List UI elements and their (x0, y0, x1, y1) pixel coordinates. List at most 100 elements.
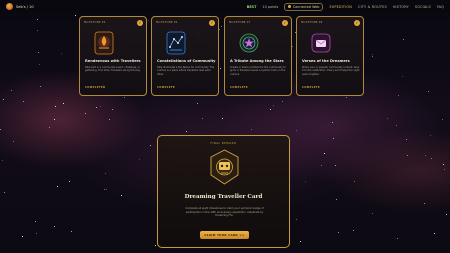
star-dot (54, 118, 56, 120)
star-dot (61, 52, 63, 54)
milestone-card[interactable]: MILESTONE 06 ✓ Constellations of Communi… (151, 16, 219, 96)
star-dot (401, 76, 403, 78)
star-dot (39, 86, 41, 88)
star-dot (427, 90, 429, 92)
milestone-status: COMPLETE (302, 86, 320, 89)
star-dot (296, 129, 298, 131)
star-dot (445, 214, 447, 216)
star-dot (196, 103, 198, 105)
milestone-status: COMPLETED (85, 86, 106, 89)
connect-pill[interactable]: Connected Web (284, 2, 324, 11)
level-badge: BEST (246, 4, 257, 9)
checkmark-icon: ✓ (282, 20, 288, 26)
star-dot (38, 52, 40, 54)
connect-pill-label: Connected Web (292, 4, 320, 9)
status-dot-icon (288, 5, 291, 8)
milestone-description: Take part in a community event, challeng… (85, 66, 141, 73)
star-dot (222, 117, 224, 119)
milestone-tag: MILESTONE 07 (229, 21, 251, 24)
milestone-tag: MILESTONE 08 (301, 21, 323, 24)
nav-history[interactable]: HISTORY (393, 5, 409, 9)
star-dot (201, 117, 203, 119)
star-dot (109, 118, 111, 120)
star-dot (251, 128, 253, 130)
star-dot (352, 229, 354, 231)
star-dot (443, 163, 445, 165)
star-dot (74, 14, 76, 16)
star-dot (36, 18, 38, 20)
points-count: 10 points (262, 4, 279, 9)
star-dot (282, 101, 284, 103)
checkmark-icon: ✓ (209, 20, 215, 26)
reward-title: Dreaming Traveller Card (184, 194, 263, 200)
star-dot (84, 112, 86, 114)
star-dot (138, 159, 140, 161)
star-dot (337, 232, 339, 234)
star-dot (22, 235, 24, 237)
star-dot (10, 90, 12, 92)
star-dot (104, 188, 106, 190)
star-dot (35, 232, 37, 234)
star-dot (112, 108, 114, 110)
star-dot (387, 118, 389, 120)
nav-faq[interactable]: FAQ (437, 5, 444, 9)
star-dot (148, 20, 150, 22)
claim-card-button[interactable]: CLAIM YOUR CARD >> (200, 231, 249, 239)
milestone-card[interactable]: MILESTONE 07 ✓ A Tribute Among the Stars… (224, 16, 292, 96)
star-dot (321, 164, 323, 166)
milestone-title: Constellations of Community (157, 59, 216, 63)
star-dot (372, 53, 374, 55)
star-dot (270, 108, 272, 110)
nav-city-routes[interactable]: CITY & ROUTES (358, 5, 387, 9)
verse-emblem-icon (311, 33, 331, 53)
milestone-title: Verses of the Dreamers (302, 59, 350, 63)
star-dot (38, 63, 40, 65)
star-wreath-emblem-icon (239, 33, 259, 53)
star-dot (37, 30, 39, 32)
milestone-title: A Tribute Among the Stars (230, 59, 284, 63)
star-dot (96, 106, 98, 108)
milestone-tag: MILESTONE 06 (156, 21, 178, 24)
milestone-tag: MILESTONE 26 (84, 21, 106, 24)
star-dot (105, 172, 107, 174)
star-dot (63, 103, 65, 105)
star-dot (372, 213, 374, 214)
checkmark-icon: ✓ (354, 20, 360, 26)
top-navigation-bar: Seb's / 10 BEST 10 points Connected Web … (0, 0, 450, 13)
milestone-card[interactable]: MILESTONE 26 ✓ Rendezvous with Traveller… (79, 16, 147, 96)
brand-title: Seb's / 10 (16, 4, 34, 9)
star-dot (371, 56, 373, 58)
milestone-card[interactable]: MILESTONE 08 ✓ Verses of the Dreamers Sh… (296, 16, 364, 96)
star-dot (429, 135, 431, 137)
star-dot (121, 194, 123, 196)
star-dot (1, 160, 3, 162)
star-dot (220, 68, 222, 70)
star-dot (433, 232, 435, 234)
star-dot (273, 104, 275, 106)
star-dot (354, 181, 355, 183)
fox-logo-icon (6, 3, 13, 10)
checkmark-icon: ✓ (137, 20, 143, 26)
star-dot (150, 145, 152, 147)
nav-expedition[interactable]: EXPEDITION (329, 5, 352, 9)
brand[interactable]: Seb's / 10 (6, 3, 34, 10)
milestone-description: Help illuminate a the Nexus for communit… (157, 66, 215, 76)
star-dot (292, 46, 294, 48)
star-dot (305, 180, 307, 182)
star-dot (430, 157, 432, 159)
milestone-description: Create or share a tribute for the commun… (230, 66, 286, 76)
star-dot (334, 165, 336, 167)
star-dot (324, 152, 326, 154)
star-dot (332, 138, 334, 140)
star-dot (12, 140, 14, 142)
star-dot (100, 106, 101, 108)
milestone-status: COMPLETE (157, 86, 175, 89)
star-dot (300, 240, 302, 242)
star-dot (57, 185, 58, 187)
star-dot (3, 192, 5, 194)
star-dot (35, 221, 37, 223)
star-dot (0, 128, 2, 130)
star-dot (3, 98, 5, 100)
nav-socials[interactable]: SOCIALS (415, 5, 431, 9)
star-dot (55, 106, 57, 108)
